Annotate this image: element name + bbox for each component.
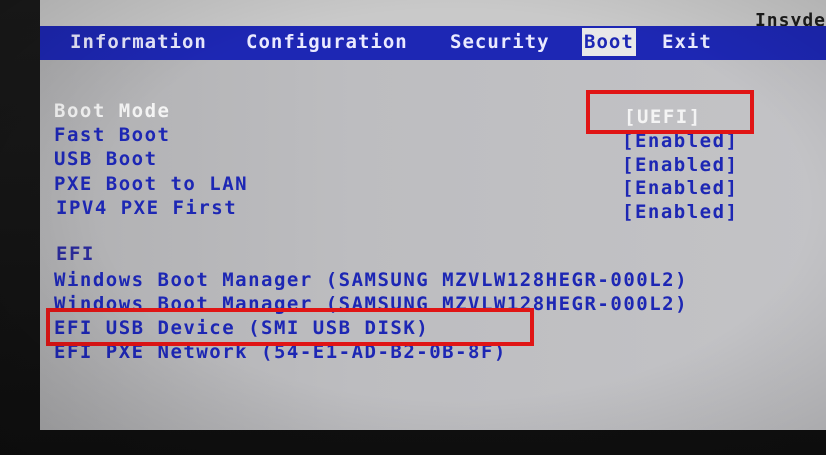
- tab-configuration[interactable]: Configuration: [246, 28, 408, 56]
- menu-tabbar: Information Configuration Security Boot …: [40, 26, 826, 60]
- tab-boot[interactable]: Boot: [582, 28, 636, 56]
- efi-heading: EFI: [56, 243, 95, 265]
- bios-photo: Insyde Information Configuration Securit…: [0, 0, 826, 455]
- setting-label-pxe-boot-to-lan[interactable]: PXE Boot to LAN: [54, 173, 248, 195]
- setting-label-fast-boot[interactable]: Fast Boot: [54, 124, 170, 146]
- highlight-box-boot-mode: [586, 90, 754, 134]
- tab-information[interactable]: Information: [70, 28, 207, 56]
- highlight-box-usb-device: [46, 308, 534, 346]
- setting-label-usb-boot[interactable]: USB Boot: [54, 148, 158, 170]
- tab-exit[interactable]: Exit: [662, 28, 712, 56]
- setting-label-ipv4-pxe-first[interactable]: IPV4 PXE First: [56, 197, 237, 219]
- setting-label-boot-mode[interactable]: Boot Mode: [54, 100, 170, 122]
- tab-security[interactable]: Security: [450, 28, 550, 56]
- setting-value-usb-boot[interactable]: [Enabled]: [622, 154, 738, 176]
- setting-value-ipv4-pxe-first[interactable]: [Enabled]: [622, 201, 738, 223]
- bios-screen: Insyde Information Configuration Securit…: [40, 0, 826, 430]
- boot-order-item[interactable]: Windows Boot Manager (SAMSUNG MZVLW128HE…: [54, 269, 688, 291]
- setting-value-pxe-boot-to-lan[interactable]: [Enabled]: [622, 177, 738, 199]
